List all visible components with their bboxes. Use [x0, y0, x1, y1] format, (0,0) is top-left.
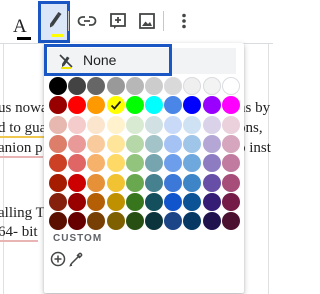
insert-image-button[interactable]	[133, 7, 161, 35]
color-swatch[interactable]	[106, 192, 125, 211]
color-swatch[interactable]	[145, 77, 163, 95]
color-swatch[interactable]	[49, 212, 67, 231]
selected-check-icon	[110, 101, 121, 111]
color-swatch[interactable]	[125, 134, 144, 153]
color-swatch[interactable]	[202, 96, 221, 115]
color-swatch[interactable]	[125, 77, 144, 95]
color-swatch[interactable]	[164, 192, 183, 211]
add-comment-button[interactable]	[104, 7, 132, 35]
color-swatch[interactable]	[87, 173, 106, 192]
text-color-indicator	[17, 37, 31, 40]
color-swatch[interactable]	[164, 134, 183, 153]
more-options-button[interactable]	[170, 7, 198, 35]
color-swatch[interactable]	[202, 173, 221, 192]
color-swatch[interactable]	[106, 77, 125, 95]
color-swatch[interactable]	[68, 134, 87, 153]
color-swatch[interactable]	[68, 173, 87, 192]
document-text-line[interactable]: us nowa	[0, 99, 48, 117]
color-swatch[interactable]	[125, 192, 144, 211]
none-option-focus-frame	[44, 44, 172, 76]
color-swatch[interactable]	[202, 212, 221, 231]
image-icon	[139, 13, 155, 29]
color-swatch[interactable]	[106, 115, 125, 134]
color-swatch[interactable]	[183, 173, 202, 192]
document-text-line[interactable]: d to gua	[0, 119, 47, 138]
color-swatch[interactable]	[87, 115, 106, 134]
toolbar-divider	[163, 11, 164, 31]
color-swatch[interactable]	[145, 192, 163, 211]
more-vertical-icon	[182, 13, 186, 29]
add-custom-color-icon[interactable]	[50, 251, 66, 267]
color-swatch[interactable]	[125, 212, 144, 231]
document-text-line[interactable]: alling T	[0, 204, 45, 222]
color-swatch[interactable]	[125, 115, 144, 134]
text-color-icon: A	[13, 16, 27, 37]
color-swatch[interactable]	[202, 134, 221, 153]
color-swatch[interactable]	[106, 212, 125, 231]
color-swatch[interactable]	[106, 154, 125, 173]
text-color-button[interactable]: A	[6, 7, 34, 40]
toolbar-divider	[68, 11, 69, 31]
color-swatch[interactable]	[49, 173, 67, 192]
insert-link-button[interactable]	[73, 7, 101, 35]
color-swatch[interactable]	[125, 96, 144, 115]
color-swatch[interactable]	[221, 96, 240, 115]
color-swatch[interactable]	[221, 154, 240, 173]
eyedropper-icon[interactable]	[68, 251, 84, 267]
highlighter-pen-icon	[50, 12, 62, 28]
color-swatch[interactable]	[202, 77, 221, 95]
color-swatch[interactable]	[49, 77, 67, 95]
color-swatch[interactable]	[106, 134, 125, 153]
color-swatch[interactable]	[145, 134, 163, 153]
highlight-color-button[interactable]	[38, 1, 70, 43]
color-swatch[interactable]	[125, 154, 144, 173]
color-swatch[interactable]	[145, 173, 163, 192]
color-swatch[interactable]	[202, 115, 221, 134]
toolbar: A	[0, 0, 273, 44]
custom-section-label: CUSTOM	[53, 233, 103, 244]
color-swatch[interactable]	[68, 115, 87, 134]
color-swatch[interactable]	[106, 173, 125, 192]
color-swatch[interactable]	[125, 173, 144, 192]
color-swatch[interactable]	[68, 192, 87, 211]
color-swatch[interactable]	[49, 134, 67, 153]
color-swatch[interactable]	[49, 115, 67, 134]
highlight-color-indicator	[51, 34, 63, 37]
color-swatch[interactable]	[221, 212, 240, 231]
color-swatch[interactable]	[145, 115, 163, 134]
color-swatch[interactable]	[202, 192, 221, 211]
color-swatch[interactable]	[145, 212, 163, 231]
color-swatch[interactable]	[164, 115, 183, 134]
color-swatch[interactable]	[221, 115, 240, 134]
page-left-edge	[3, 44, 4, 294]
page-right-edge	[268, 44, 269, 294]
color-swatch[interactable]	[106, 96, 125, 115]
color-swatch[interactable]	[49, 192, 67, 211]
color-swatch[interactable]	[164, 173, 183, 192]
link-icon	[77, 16, 97, 26]
color-swatch[interactable]	[183, 115, 202, 134]
color-swatch[interactable]	[202, 154, 221, 173]
color-swatch[interactable]	[221, 192, 240, 211]
color-swatch[interactable]	[221, 134, 240, 153]
document-text-line[interactable]: 64- bit	[0, 223, 38, 242]
document-text-line[interactable]: anion p	[0, 139, 43, 158]
add-comment-icon	[110, 13, 126, 29]
color-swatch[interactable]	[221, 77, 240, 95]
color-swatch[interactable]	[221, 173, 240, 192]
